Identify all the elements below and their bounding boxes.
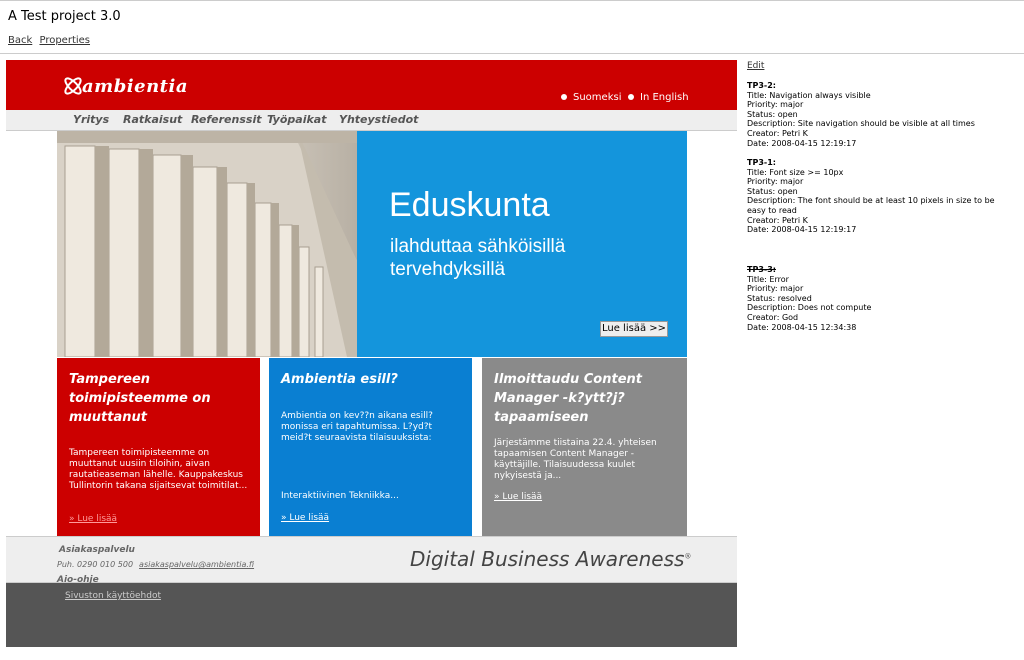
back-link[interactable]: Back: [8, 35, 32, 46]
box-text: Ambientia on kev??n aikana esill? moniss…: [281, 411, 433, 443]
issue-date: Date: 2008-04-15 12:19:17: [747, 225, 857, 235]
terms-link[interactable]: Sivuston käyttöehdot: [65, 591, 161, 601]
logo-mark-icon: [64, 77, 82, 95]
issue-priority: Priority: major: [747, 177, 804, 187]
hero-banner: Eduskunta ilahduttaa sähköisillä tervehd…: [57, 131, 687, 357]
phone-number: Puh. 0290 010 500: [57, 560, 134, 569]
box-title: Ambientia esill?: [281, 372, 398, 387]
box-title: Ilmoittaudu Content Manager -k?ytt?j?tap…: [494, 372, 642, 425]
issue-creator: Creator: Petri K: [747, 215, 808, 225]
box-text: Järjestämme tiistaina 22.4. yhteisen tap…: [494, 438, 657, 481]
issue-item[interactable]: TP3-2: Title: Navigation always visible …: [747, 81, 1009, 148]
issue-item[interactable]: TP3-3: Title: Error Priority: major Stat…: [747, 265, 1009, 332]
site-header: ambientia Suomeksi In English: [6, 60, 737, 110]
box-read-more-link[interactable]: » Lue lisää: [69, 514, 117, 524]
issue-id: TP3-1:: [747, 158, 776, 167]
site-footer: Asiakaspalvelu Puh. 0290 010 500 asiakasp…: [6, 536, 737, 585]
site-nav: Yritys Ratkaisut Referenssit Työpaikat Y…: [6, 110, 737, 131]
issue-priority: Priority: major: [747, 100, 804, 110]
box-extra-text: Interaktiivinen Tekniikka...: [281, 491, 399, 501]
issue-creator: Creator: Petri K: [747, 128, 808, 138]
issue-description: Description: Site navigation should be v…: [747, 119, 975, 129]
bullet-icon: [628, 94, 634, 100]
site-bottom-bar: Sivuston käyttöehdot: [6, 583, 737, 647]
issue-date: Date: 2008-04-15 12:34:38: [747, 322, 857, 332]
hero-subtitle: ilahduttaa sähköisillä tervehdyksillä: [390, 236, 566, 280]
issue-date: Date: 2008-04-15 12:19:17: [747, 138, 857, 148]
issue-title: Title: Error: [747, 274, 789, 284]
issue-creator: Creator: God: [747, 312, 799, 322]
app-header: A Test project 3.0 Back Properties: [0, 0, 1024, 54]
tagline: Digital Business Awareness®: [410, 547, 692, 571]
properties-link[interactable]: Properties: [39, 35, 90, 46]
issues-sidebar: Edit TP3-2: Title: Navigation always vis…: [747, 61, 1017, 331]
customer-service-title: Asiakaspalvelu: [59, 545, 135, 555]
issue-status: Status: resolved: [747, 293, 812, 303]
issue-title: Title: Font size >= 10px: [747, 167, 844, 177]
ambientia-logo[interactable]: ambientia: [62, 70, 192, 102]
issue-priority: Priority: major: [747, 284, 804, 294]
hero-read-more-button[interactable]: Lue lisää >>: [600, 321, 668, 337]
site-preview: ambientia Suomeksi In English Yritys Rat…: [6, 60, 737, 647]
issue-status: Status: open: [747, 186, 798, 196]
lang-english[interactable]: In English: [628, 92, 689, 103]
box-read-more-link[interactable]: » Lue lisää: [281, 513, 329, 523]
registered-mark: ®: [684, 552, 692, 561]
box-text: Tampereen toimipisteemme on muuttanut uu…: [69, 448, 248, 491]
email-link[interactable]: asiakaspalvelu@ambientia.fi: [139, 560, 254, 569]
news-box-tampere: Tampereen toimipisteemme on muuttanut Ta…: [57, 358, 260, 536]
box-read-more-link[interactable]: » Lue lisää: [494, 492, 542, 502]
header-links: Back Properties: [8, 35, 94, 46]
lang-suomeksi[interactable]: Suomeksi: [561, 92, 621, 103]
bullet-icon: [561, 94, 567, 100]
issue-status: Status: open: [747, 109, 798, 119]
project-title: A Test project 3.0: [8, 9, 121, 24]
nav-yritys[interactable]: Yritys: [73, 113, 109, 126]
news-box-content-manager: Ilmoittaudu Content Manager -k?ytt?j?tap…: [482, 358, 687, 536]
issue-item[interactable]: TP3-1: Title: Font size >= 10px Priority…: [747, 158, 1009, 235]
parliament-building-image: [57, 131, 357, 357]
issue-id: TP3-2:: [747, 81, 776, 90]
box-title: Tampereen toimipisteemme on muuttanut: [69, 372, 211, 425]
issue-id: TP3-3:: [747, 265, 776, 274]
news-box-events: Ambientia esill? Ambientia on kev??n aik…: [269, 358, 472, 536]
logo-wordmark: ambientia: [82, 76, 188, 97]
nav-yhteystiedot[interactable]: Yhteystiedot: [339, 113, 418, 126]
edit-link[interactable]: Edit: [747, 61, 764, 71]
hero-title: Eduskunta: [389, 186, 550, 224]
issue-description: Description: The font should be at least…: [747, 196, 995, 215]
nav-ratkaisut[interactable]: Ratkaisut: [123, 113, 182, 126]
contact-info: Puh. 0290 010 500 asiakaspalvelu@ambienti…: [57, 560, 254, 569]
issue-title: Title: Navigation always visible: [747, 90, 871, 100]
nav-referenssit[interactable]: Referenssit: [191, 113, 261, 126]
issue-description: Description: Does not compute: [747, 303, 872, 313]
nav-tyopaikat[interactable]: Työpaikat: [267, 113, 326, 126]
